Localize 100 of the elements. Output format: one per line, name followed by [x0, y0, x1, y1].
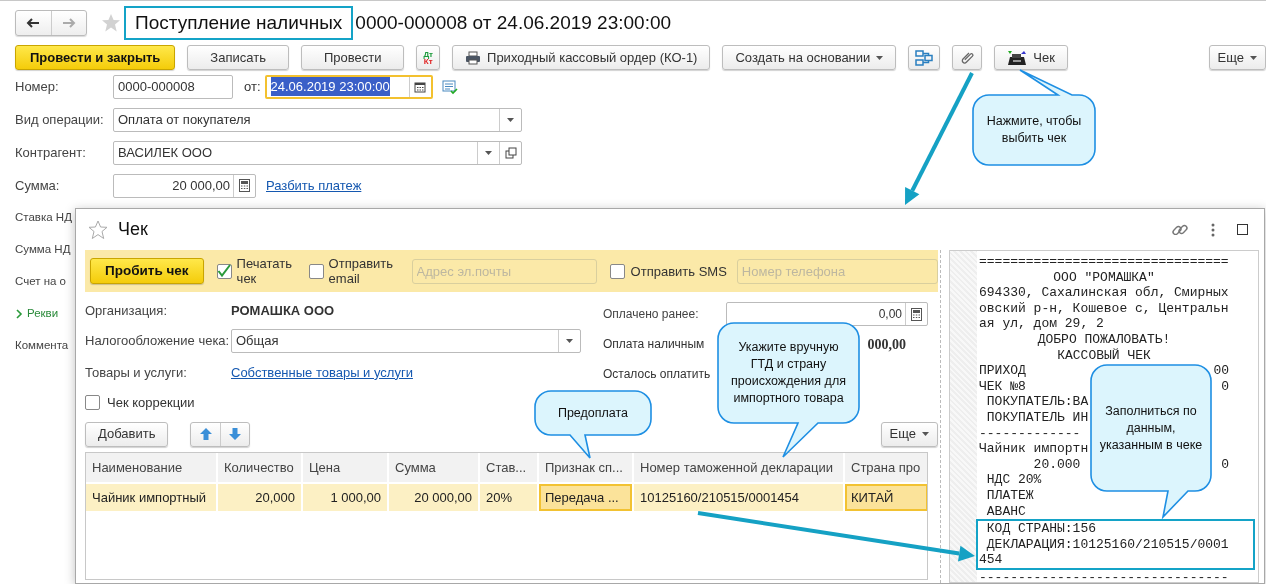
- column-header[interactable]: Количество: [217, 453, 302, 483]
- debit-credit-button[interactable]: Дт Кт: [416, 45, 441, 70]
- star-icon[interactable]: [88, 219, 108, 240]
- email-field[interactable]: Адрес эл.почты: [411, 258, 597, 284]
- field-label: Номер:: [15, 77, 60, 96]
- table-cell: 10125160/210515/0001454: [633, 483, 844, 511]
- table-cell: 1 000,00: [302, 483, 388, 511]
- receipt-button[interactable]: Чек: [994, 45, 1068, 70]
- caret-icon: [876, 55, 884, 60]
- receipt-line: 454: [979, 552, 1003, 568]
- arrow-down-icon: [228, 427, 243, 441]
- column-header[interactable]: Цена: [302, 453, 388, 483]
- receipt-line: 0: [1221, 456, 1229, 473]
- column-header[interactable]: Наименование: [86, 453, 217, 483]
- organization-value: РОМАШКА ООО: [231, 302, 335, 321]
- checkbox[interactable]: [609, 263, 625, 279]
- checkbox-label[interactable]: Отправить email: [328, 256, 404, 286]
- receipt-line: КОД СТРАНЫ:156: [985, 521, 1097, 537]
- arrow-up-icon: [198, 427, 213, 441]
- field-label: Оплата наличным: [603, 336, 705, 353]
- field-label: Сумма НД: [15, 242, 71, 258]
- table-cell: 20%: [479, 483, 538, 511]
- receipt-line: ООО "РОМАШКА": [1053, 269, 1155, 286]
- checkbox[interactable]: [216, 263, 232, 279]
- receipt-line: ПРИХОД: [979, 363, 1026, 379]
- field-label: Осталось оплатить: [603, 366, 711, 383]
- table-cell: 20 000,00: [388, 483, 479, 511]
- print-button[interactable]: Приходный кассовый ордер (КО-1): [452, 45, 711, 70]
- receipt-line: НДС 20%: [985, 472, 1042, 488]
- post-and-close-button[interactable]: Провести и закрыть: [15, 45, 176, 70]
- receipt-line: овский р-н, Кошевое с, Центральн: [979, 300, 1229, 317]
- field-label: от:: [244, 77, 261, 96]
- receipt-line: -------------: [979, 425, 1081, 442]
- operation-select[interactable]: Оплата от покупателя: [113, 107, 522, 132]
- field-label: Счет на о: [15, 274, 66, 290]
- field-label: Ставка НД: [15, 210, 72, 226]
- goods-link[interactable]: Собственные товары и услуги: [231, 362, 413, 383]
- number-field[interactable]: 0000-000008: [113, 74, 233, 99]
- more-button[interactable]: Еще: [1208, 45, 1266, 70]
- receipt-line: --------------------------------: [979, 569, 1229, 582]
- date-field[interactable]: 24.06.2019 23:00:00: [264, 74, 433, 99]
- checkbox-label[interactable]: Отправить SMS: [630, 263, 727, 279]
- add-button[interactable]: Добавить: [85, 421, 169, 447]
- structure-icon: [915, 49, 934, 66]
- field-label: Организация:: [85, 302, 169, 321]
- column-header[interactable]: Страна про: [844, 453, 927, 483]
- section-toggle[interactable]: Рекви: [27, 305, 59, 323]
- split-payment-link[interactable]: Разбить платеж: [266, 175, 362, 196]
- maximize-icon[interactable]: [1237, 224, 1248, 235]
- checkbox-label[interactable]: Чек коррекции: [107, 394, 195, 410]
- counterparty-select[interactable]: ВАСИЛЕК ООО: [113, 140, 522, 165]
- field-label: Товары и услуги:: [85, 363, 188, 382]
- create-based-on-button[interactable]: Создать на основании: [722, 45, 897, 70]
- field-label: Оплачено ранее:: [603, 306, 700, 323]
- callout-text: Заполниться по данным, указанным в чеке: [1099, 402, 1203, 454]
- dialog-title: Чек: [118, 218, 148, 241]
- receipt-line: ================================: [979, 254, 1229, 270]
- more-button[interactable]: Еще: [880, 421, 938, 447]
- receipt-line: ЧЕК №8: [979, 378, 1026, 395]
- process-receipt-button[interactable]: Пробить чек: [90, 258, 204, 284]
- receipt-line: Чайник импортн: [979, 441, 1089, 457]
- paid-before-field[interactable]: 0,00: [726, 302, 928, 326]
- attach-button[interactable]: [952, 45, 983, 70]
- receipt-line: ДЕКЛАРАЦИЯ:10125160/210515/0001: [985, 536, 1229, 553]
- checkbox[interactable]: [308, 263, 324, 279]
- receipt-line: 0: [1221, 378, 1229, 395]
- printer-icon: [465, 50, 482, 65]
- open-icon: [504, 146, 517, 159]
- receipt-line: ая ул, дом 29, 2: [979, 316, 1104, 332]
- more-icon[interactable]: [1211, 222, 1215, 237]
- phone-field[interactable]: Номер телефона: [736, 258, 938, 284]
- checkbox[interactable]: [85, 394, 100, 410]
- toolbar-button[interactable]: Записать: [187, 45, 289, 70]
- caret-icon: [566, 339, 573, 343]
- caret-icon: [1250, 55, 1257, 60]
- callout-text: Нажмите, чтобы выбить чек: [985, 113, 1083, 147]
- receipt-line: 00: [1213, 363, 1229, 379]
- checkbox-label[interactable]: Печатать чек: [236, 256, 299, 286]
- taxation-select[interactable]: Общая: [231, 329, 581, 353]
- field-label: Сумма:: [15, 176, 61, 195]
- window-title: 0000-000008 от 24.06.2019 23:00:00: [355, 10, 672, 35]
- caret-icon: [922, 432, 929, 436]
- column-header[interactable]: Сумма: [388, 453, 479, 483]
- caret-icon: [507, 117, 514, 122]
- receipt-line: ПЛАТЕЖ: [985, 487, 1034, 504]
- calendar-icon: [414, 80, 426, 93]
- document-check-icon[interactable]: [441, 78, 458, 95]
- calculator-icon: [239, 179, 250, 192]
- receipt-line: АВАНС: [985, 503, 1026, 520]
- toolbar-button[interactable]: Провести: [300, 45, 405, 70]
- window-title: Поступление наличных: [135, 11, 343, 33]
- table-cell: Передача ...: [538, 483, 633, 511]
- column-header[interactable]: Став...: [479, 453, 538, 483]
- star-icon[interactable]: [101, 13, 121, 33]
- amount-field[interactable]: 20 000,00: [113, 173, 256, 198]
- column-header[interactable]: Номер таможенной декларации: [633, 453, 844, 483]
- column-header[interactable]: Признак сп...: [538, 453, 633, 483]
- receipt-line: ДОБРО ПОЖАЛОВАТЬ!: [1037, 331, 1171, 348]
- structure-button[interactable]: [908, 45, 941, 70]
- chevron-icon[interactable]: [15, 308, 23, 320]
